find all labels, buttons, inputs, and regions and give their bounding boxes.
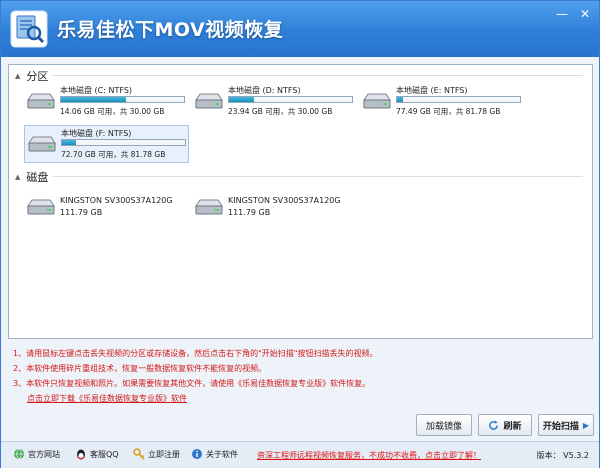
partitions-header[interactable]: ▲ 分区 — [15, 68, 48, 84]
register-link[interactable]: 立即注册 — [133, 448, 180, 460]
partition-info: 14.06 GB 可用，共 30.00 GB — [60, 107, 165, 116]
partition-name: 本地磁盘 (F: NTFS) — [61, 129, 132, 138]
usage-bar — [60, 96, 185, 103]
app-logo-icon — [10, 10, 48, 48]
close-button[interactable]: ✕ — [575, 6, 595, 22]
partitions-header-label: 分区 — [26, 70, 49, 83]
load-image-label: 加载镜像 — [425, 421, 462, 432]
partition-item-d[interactable]: 本地磁盘 (D: NTFS) 23.94 GB 可用，共 30.00 GB — [192, 83, 357, 121]
hard-drive-icon — [195, 199, 223, 215]
usage-bar-fill — [62, 140, 76, 145]
app-title: 乐易佳松下MOV视频恢复 — [57, 19, 284, 41]
hard-drive-icon — [28, 136, 56, 152]
disk-name: KINGSTON SV300S37A120G — [60, 196, 173, 205]
usage-bar — [396, 96, 521, 103]
usage-bar — [228, 96, 353, 103]
hard-drive-icon — [363, 93, 391, 109]
hard-drive-icon — [27, 93, 55, 109]
instructions: 1、请用鼠标左键点击丢失视频的分区或存储设备，然后点击右下角的"开始扫描"按钮扫… — [13, 346, 377, 406]
title-bar[interactable]: 乐易佳松下MOV视频恢复 — ✕ — [1, 1, 599, 57]
disk-name: KINGSTON SV300S37A120G — [228, 196, 341, 205]
hard-drive-icon — [195, 93, 223, 109]
instruction-line: 3、本软件只恢复视频和照片。如果需要恢复其他文件，请使用《乐易佳数据恢复专业版》… — [13, 379, 371, 388]
collapse-caret-icon[interactable]: ▲ — [15, 173, 20, 181]
qq-support-link[interactable]: 客服QQ — [75, 448, 119, 460]
disk-size: 111.79 GB — [60, 208, 103, 217]
usage-bar — [61, 139, 186, 146]
register-label: 立即注册 — [148, 449, 180, 459]
usage-bar-fill — [229, 97, 254, 102]
refresh-icon — [489, 419, 499, 430]
website-link[interactable]: 官方网站 — [13, 448, 60, 460]
remote-service-link[interactable]: 资深工程师远程视频恢复服务，不成功不收费，点击立即了解！ — [257, 450, 481, 461]
qq-penguin-icon — [77, 449, 85, 460]
disk-item-1[interactable]: KINGSTON SV300S37A120G 111.79 GB — [24, 190, 189, 224]
instruction-line: 2、本软件使用碎片重组技术，恢复一般数据恢复软件不能恢复的视频。 — [13, 364, 267, 373]
partition-info: 77.49 GB 可用，共 81.78 GB — [396, 107, 501, 116]
download-pro-link[interactable]: 点击立即下载《乐易佳数据恢复专业版》软件 — [27, 391, 377, 406]
load-image-button[interactable]: 加载镜像 — [416, 414, 472, 436]
app-window: 乐易佳松下MOV视频恢复 — ✕ ▲ 分区 本地磁盘 (C: NTFS) 14.… — [0, 0, 600, 468]
minimize-button[interactable]: — — [552, 6, 572, 22]
disk-item-2[interactable]: KINGSTON SV300S37A120G 111.79 GB — [192, 190, 357, 224]
section-divider — [53, 75, 583, 76]
key-icon — [133, 448, 145, 460]
disk-size: 111.79 GB — [228, 208, 271, 217]
partition-item-c[interactable]: 本地磁盘 (C: NTFS) 14.06 GB 可用，共 30.00 GB — [24, 83, 189, 121]
partition-item-e[interactable]: 本地磁盘 (E: NTFS) 77.49 GB 可用，共 81.78 GB — [360, 83, 525, 121]
disks-header-label: 磁盘 — [26, 171, 49, 184]
status-bar: 官方网站 客服QQ 立即注册 关于软件 资深工程师远程视频恢复服务，不成功不收费… — [1, 441, 599, 468]
partition-info: 72.70 GB 可用，共 81.78 GB — [61, 150, 166, 159]
arrow-right-icon: ▶ — [582, 420, 590, 430]
version-label: 版本： V5.3.2 — [536, 451, 589, 460]
about-label: 关于软件 — [206, 449, 238, 459]
usage-bar-fill — [397, 97, 404, 102]
website-label: 官方网站 — [28, 449, 60, 459]
disks-header[interactable]: ▲ 磁盘 — [15, 169, 48, 185]
collapse-caret-icon[interactable]: ▲ — [15, 72, 20, 80]
instruction-line: 1、请用鼠标左键点击丢失视频的分区或存储设备，然后点击右下角的"开始扫描"按钮扫… — [13, 349, 378, 358]
device-panel: ▲ 分区 本地磁盘 (C: NTFS) 14.06 GB 可用，共 30.00 … — [8, 64, 593, 339]
hard-drive-icon — [27, 199, 55, 215]
partition-info: 23.94 GB 可用，共 30.00 GB — [228, 107, 333, 116]
usage-bar-fill — [61, 97, 127, 102]
start-scan-button[interactable]: 开始扫描 ▶ — [538, 414, 594, 436]
partition-name: 本地磁盘 (C: NTFS) — [60, 86, 133, 95]
refresh-label: 刷新 — [503, 421, 522, 432]
partition-name: 本地磁盘 (D: NTFS) — [228, 86, 301, 95]
section-divider — [53, 176, 583, 177]
partition-item-f[interactable]: 本地磁盘 (F: NTFS) 72.70 GB 可用，共 81.78 GB — [24, 125, 189, 163]
info-icon — [192, 449, 202, 459]
qq-label: 客服QQ — [90, 449, 119, 459]
partition-name: 本地磁盘 (E: NTFS) — [396, 86, 468, 95]
globe-icon — [14, 448, 24, 460]
about-link[interactable]: 关于软件 — [191, 448, 238, 460]
refresh-button[interactable]: 刷新 — [478, 414, 532, 436]
start-scan-label: 开始扫描 — [542, 421, 579, 432]
